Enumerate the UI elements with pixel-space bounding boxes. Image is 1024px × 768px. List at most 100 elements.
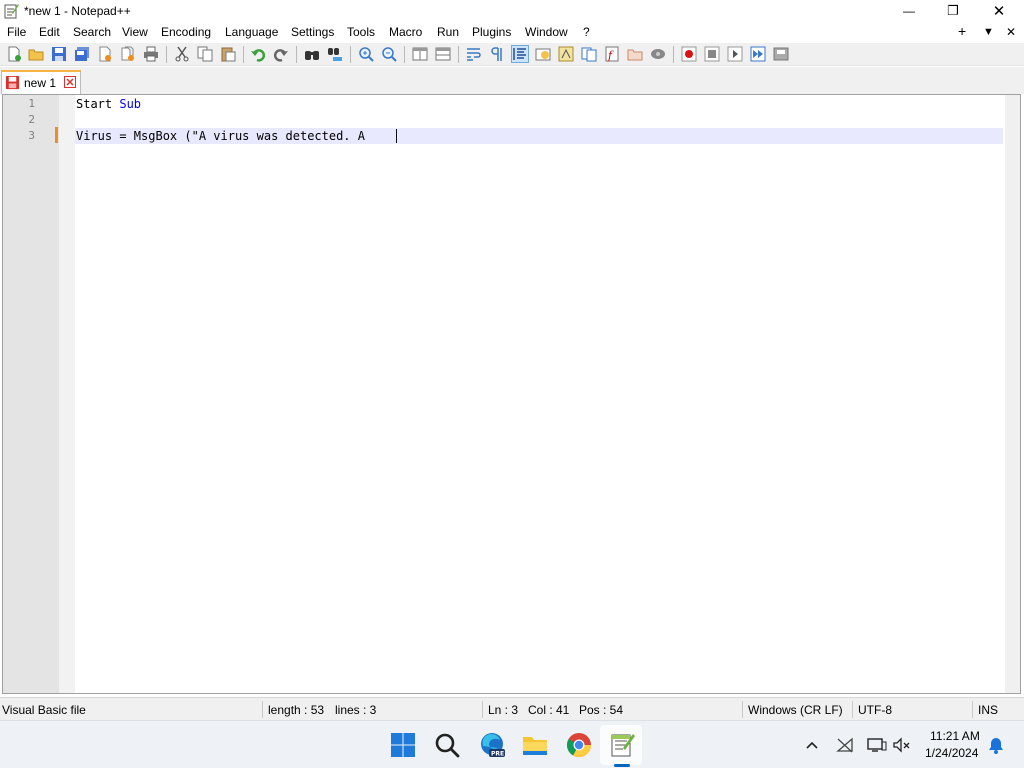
line-number: 3 <box>28 129 35 142</box>
close-icon: ✕ <box>992 3 1006 20</box>
clock-date[interactable]: 1/24/2024 <box>925 746 978 760</box>
menu-window[interactable]: Window <box>525 25 568 39</box>
close-icon[interactable] <box>97 46 113 62</box>
menu-edit[interactable]: Edit <box>39 25 60 39</box>
show-all-chars-icon[interactable] <box>489 46 505 62</box>
document-list-icon[interactable] <box>581 46 597 62</box>
toolbar-separator <box>673 46 674 63</box>
chrome-icon[interactable] <box>565 731 593 759</box>
zoom-in-icon[interactable] <box>358 46 374 62</box>
zoom-out-icon[interactable] <box>381 46 397 62</box>
run-macro-multiple-icon[interactable] <box>750 46 766 62</box>
notepad-plus-plus-app-icon <box>4 4 19 19</box>
sync-vertical-icon[interactable] <box>412 46 428 62</box>
restore-icon: ❐ <box>947 3 959 18</box>
toolbar-separator <box>296 46 297 63</box>
toolbar: f <box>0 43 1024 66</box>
save-all-icon[interactable] <box>74 46 90 62</box>
file-explorer-icon[interactable] <box>521 731 549 759</box>
sync-horizontal-icon[interactable] <box>435 46 451 62</box>
status-pos[interactable]: Pos : 54 <box>579 703 623 717</box>
show-hidden-icons-icon[interactable] <box>805 738 819 752</box>
stop-recording-icon[interactable] <box>704 46 720 62</box>
status-separator <box>742 701 743 718</box>
menu-view[interactable]: View <box>122 25 148 39</box>
code-line[interactable]: Start Sub <box>76 97 141 111</box>
toolbar-separator <box>350 46 351 63</box>
playback-macro-icon[interactable] <box>727 46 743 62</box>
open-file-icon[interactable] <box>28 46 44 62</box>
windows-start-icon[interactable] <box>389 731 417 759</box>
notification-bell-icon[interactable] <box>987 736 1005 754</box>
redo-icon[interactable] <box>273 46 289 62</box>
monitoring-icon[interactable] <box>650 46 666 62</box>
display-icon[interactable] <box>867 737 887 753</box>
word-wrap-icon[interactable] <box>466 46 482 62</box>
status-separator <box>482 701 483 718</box>
record-macro-icon[interactable] <box>681 46 697 62</box>
status-separator <box>262 701 263 718</box>
tab-new-1[interactable]: new 1 <box>1 70 81 94</box>
fold-margin <box>59 95 75 693</box>
status-bar: Visual Basic file length : 53 lines : 3 … <box>0 697 1024 720</box>
document-map-icon[interactable] <box>558 46 574 62</box>
new-file-icon[interactable] <box>6 46 22 62</box>
menu-tools[interactable]: Tools <box>347 25 375 39</box>
save-macro-icon[interactable] <box>773 46 789 62</box>
status-insert-mode[interactable]: INS <box>978 703 998 717</box>
code-keyword: Sub <box>119 97 142 111</box>
restore-button[interactable]: ❐ <box>930 0 976 22</box>
menu-search[interactable]: Search <box>73 25 111 39</box>
menu-plugins[interactable]: Plugins <box>472 25 511 39</box>
unsaved-document-icon <box>5 75 20 90</box>
edge-beta-icon[interactable]: PRE <box>478 731 506 759</box>
toolbar-separator <box>458 46 459 63</box>
copy-icon[interactable] <box>197 46 213 62</box>
status-eol[interactable]: Windows (CR LF) <box>748 703 843 717</box>
taskbar: PRE 11:21 AM 1/24/2024 <box>0 720 1024 768</box>
status-separator <box>972 701 973 718</box>
close-document-icon[interactable]: ✕ <box>1006 25 1016 39</box>
status-separator <box>852 701 853 718</box>
menu-language[interactable]: Language <box>225 25 278 39</box>
status-encoding[interactable]: UTF-8 <box>858 703 892 717</box>
cut-icon[interactable] <box>174 46 190 62</box>
tab-close-icon[interactable] <box>64 76 76 88</box>
close-window-button[interactable]: ✕ <box>976 0 1022 22</box>
status-ln[interactable]: Ln : 3 <box>488 703 518 717</box>
add-tab-icon[interactable]: + <box>958 23 966 39</box>
window-title: *new 1 - Notepad++ <box>24 4 131 18</box>
paste-icon[interactable] <box>220 46 236 62</box>
search-icon[interactable] <box>433 731 461 759</box>
status-col[interactable]: Col : 41 <box>528 703 569 717</box>
menu-macro[interactable]: Macro <box>389 25 422 39</box>
user-defined-language-icon[interactable] <box>535 46 551 62</box>
folder-as-workspace-icon[interactable] <box>627 46 643 62</box>
status-file-type: Visual Basic file <box>2 703 86 717</box>
menu-run[interactable]: Run <box>437 25 459 39</box>
menu-file[interactable]: File <box>7 25 26 39</box>
line-number: 1 <box>28 97 35 110</box>
save-icon[interactable] <box>51 46 67 62</box>
notepad-plus-plus-icon[interactable] <box>608 731 636 759</box>
menu-encoding[interactable]: Encoding <box>161 25 211 39</box>
menu-help[interactable]: ? <box>583 25 590 39</box>
menu-settings[interactable]: Settings <box>291 25 334 39</box>
indent-guide-icon[interactable] <box>511 45 529 63</box>
close-all-icon[interactable] <box>120 46 136 62</box>
minimize-button[interactable]: — <box>886 0 932 22</box>
code-text: Virus = MsgBox ("A virus was detected. A <box>76 129 365 143</box>
find-icon[interactable] <box>304 46 320 62</box>
tab-list-icon[interactable]: ▼ <box>983 26 994 38</box>
status-lines: lines : 3 <box>335 703 377 717</box>
replace-icon[interactable] <box>327 46 343 62</box>
clock-time[interactable]: 11:21 AM <box>930 729 980 743</box>
code-line[interactable]: Virus = MsgBox ("A virus was detected. A <box>76 129 365 143</box>
volume-muted-icon[interactable] <box>893 737 911 753</box>
editor-area[interactable]: 1 2 3 Start Sub Virus = MsgBox ("A virus… <box>2 94 1021 694</box>
function-list-icon[interactable]: f <box>604 46 620 62</box>
print-icon[interactable] <box>143 46 159 62</box>
undo-icon[interactable] <box>250 46 266 62</box>
network-disconnected-icon[interactable] <box>836 737 854 753</box>
vertical-scrollbar[interactable] <box>1005 95 1020 693</box>
